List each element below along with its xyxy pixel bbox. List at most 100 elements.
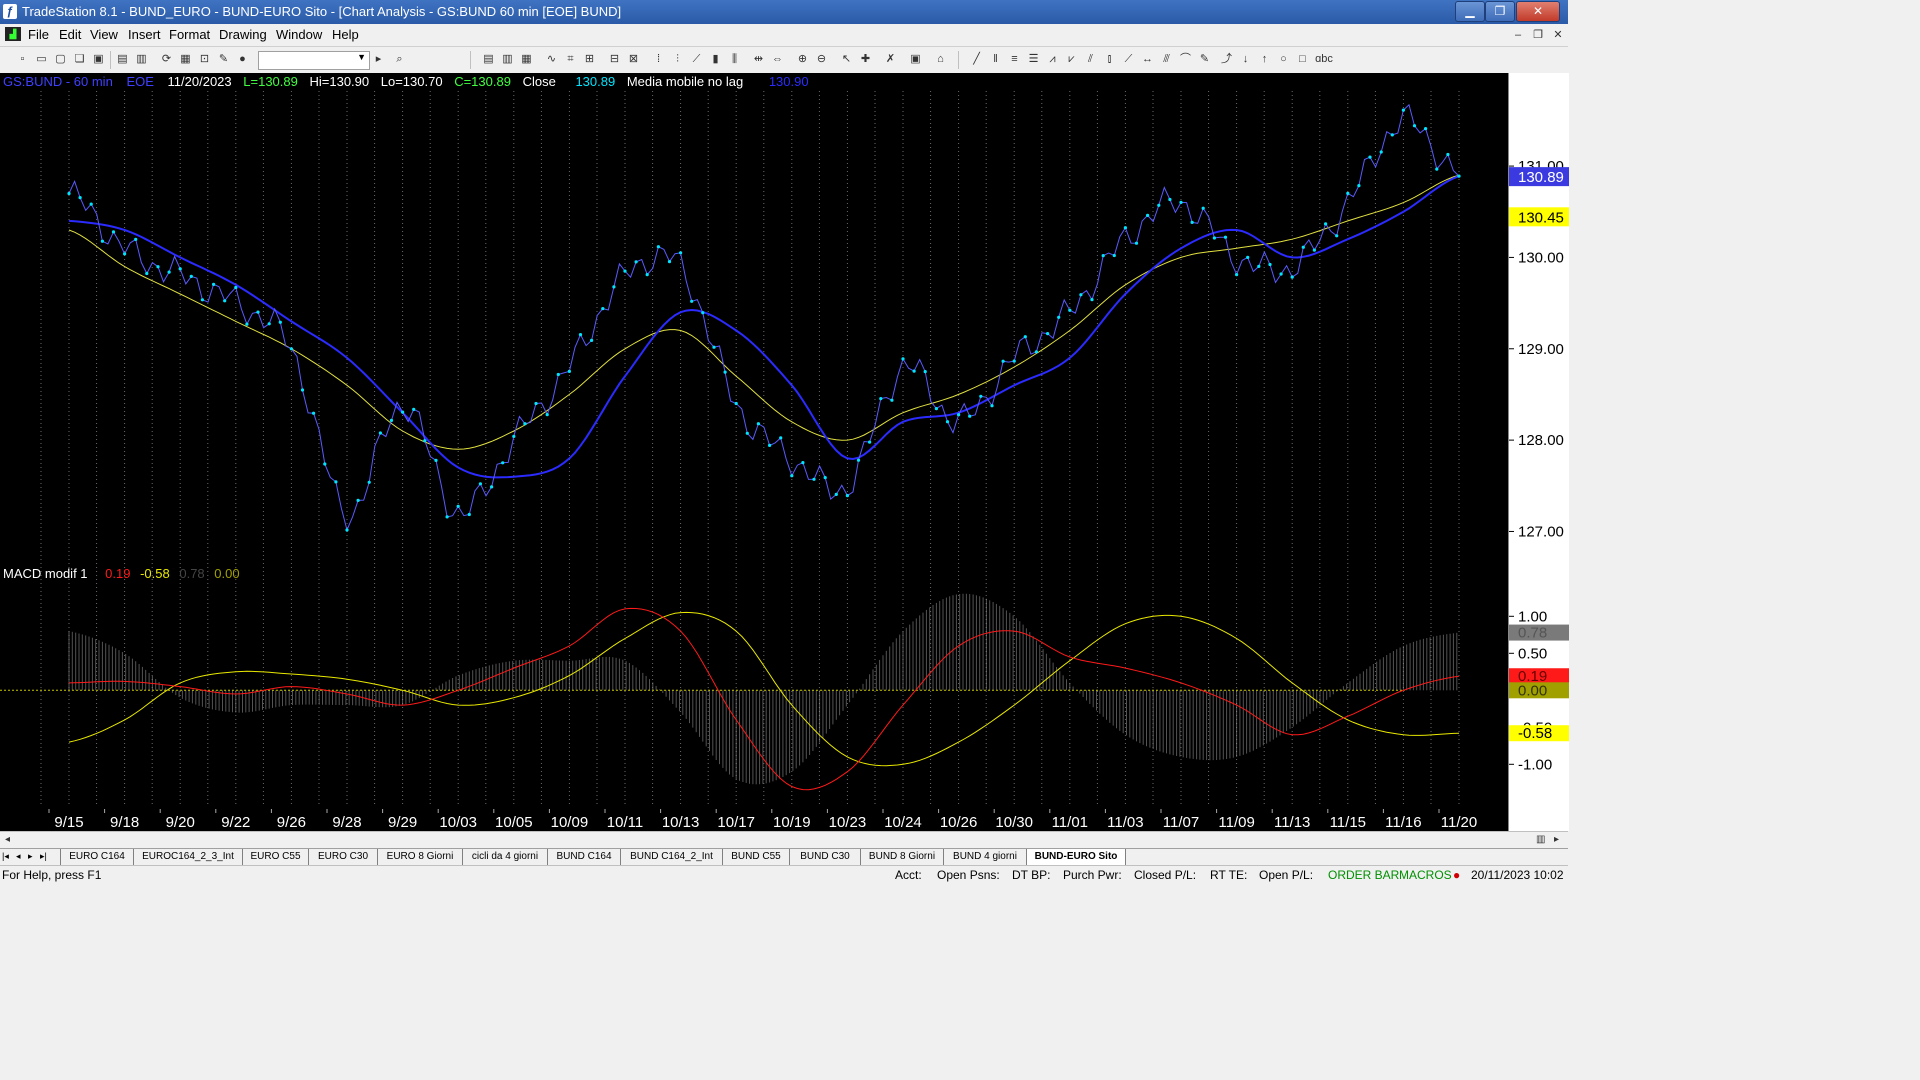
tab-bund-c55[interactable]: BUND C55: [722, 849, 790, 865]
lock-icon[interactable]: ⊡: [198, 53, 211, 66]
down-arrow-icon[interactable]: ↓: [1239, 53, 1252, 66]
fib-icon[interactable]: ⩘: [1046, 53, 1059, 66]
tab-euro-c30[interactable]: EURO C30: [308, 849, 378, 865]
price-axis[interactable]: 131.00 130.00 129.00 128.00 127.00 130.89 130.…: [1508, 73, 1569, 809]
chart-icon[interactable]: ▤: [482, 53, 495, 66]
close-button[interactable]: ✕: [1516, 1, 1560, 22]
minimize-button[interactable]: ▁: [1455, 1, 1485, 22]
mdi-minimize-button[interactable]: –: [1510, 27, 1526, 43]
chevron-down-icon[interactable]: ▼: [357, 52, 366, 62]
symbol-lookup-icon[interactable]: ⌕: [393, 53, 406, 66]
format-icon[interactable]: ⊟: [608, 53, 621, 66]
bar-chart-icon[interactable]: ▮: [709, 53, 722, 66]
horizontal-scrollbar[interactable]: ◂ ▥ ▸: [0, 831, 1568, 849]
chart-canvas[interactable]: GS:BUND - 60 min EOE 11/20/2023 L=130.89…: [0, 73, 1508, 809]
tab-euroc164-2-3-int[interactable]: EUROC164_2_3_Int: [133, 849, 243, 865]
tools-icon[interactable]: ✗: [884, 53, 897, 66]
tab-bund-c164[interactable]: BUND C164: [547, 849, 621, 865]
crosshair-icon[interactable]: ✚: [859, 53, 872, 66]
data-window-icon[interactable]: ▣: [909, 53, 922, 66]
pencil-icon[interactable]: ✎: [1198, 53, 1211, 66]
menu-format[interactable]: Format: [169, 27, 210, 42]
up-arrow-icon[interactable]: ↑: [1258, 53, 1271, 66]
macros-button[interactable]: MACROS: [1399, 868, 1452, 882]
channel-icon[interactable]: ⟋: [1122, 53, 1135, 66]
menu-file[interactable]: File: [28, 27, 49, 42]
vertical-lines-icon[interactable]: ‖: [989, 53, 1002, 66]
andrews-icon[interactable]: ⫽: [1084, 53, 1097, 66]
save-icon[interactable]: ▣: [92, 53, 105, 66]
order-bar-button[interactable]: ORDER BAR: [1328, 868, 1399, 882]
resize-icon[interactable]: ↔: [1141, 53, 1154, 66]
expand-icon[interactable]: ⇔: [771, 53, 784, 66]
copy-window-icon[interactable]: ❏: [73, 53, 86, 66]
new-window-icon[interactable]: ▢: [54, 53, 67, 66]
gann-icon[interactable]: ⩗: [1065, 53, 1078, 66]
zoom-out-icon[interactable]: ⊖: [815, 53, 828, 66]
text-tool-icon[interactable]: ɑbc: [1315, 53, 1333, 66]
grid-icon[interactable]: ▦: [520, 53, 533, 66]
tab-euro-c55[interactable]: EURO C55: [242, 849, 309, 865]
tab-euro-8-giorni[interactable]: EURO 8 Giorni: [377, 849, 463, 865]
parallel-icon[interactable]: ⫻: [1160, 53, 1173, 66]
scroll-right-icon[interactable]: ▸: [1554, 834, 1559, 845]
menu-edit[interactable]: Edit: [59, 27, 81, 42]
play-icon[interactable]: ▸: [372, 53, 385, 66]
color-icon[interactable]: ●: [236, 53, 249, 66]
speed-lines-icon[interactable]: ⫾: [1103, 53, 1116, 66]
window-icon[interactable]: ⊠: [627, 53, 640, 66]
tab-bund-c164-2-int[interactable]: BUND C164_2_Int: [620, 849, 723, 865]
indicator-icon[interactable]: ∿: [545, 53, 558, 66]
tab-euro-c164[interactable]: EURO C164: [60, 849, 134, 865]
menu-window[interactable]: Window: [276, 27, 322, 42]
scroll-thumb-icon[interactable]: ▥: [1536, 834, 1545, 845]
ellipse-icon[interactable]: ○: [1277, 53, 1290, 66]
curve-icon[interactable]: ⤴: [1220, 53, 1233, 66]
refresh-icon[interactable]: ⟳: [160, 53, 173, 66]
chart-window-icon[interactable]: ▟: [5, 27, 21, 41]
arc-icon[interactable]: ⌒: [1179, 53, 1192, 66]
symbol-combo[interactable]: ▼: [258, 51, 370, 70]
trendline-icon[interactable]: ╱: [970, 53, 983, 66]
candles-icon[interactable]: ⫶: [671, 53, 684, 66]
rectangle-icon[interactable]: □: [1296, 53, 1309, 66]
menu-insert[interactable]: Insert: [128, 27, 161, 42]
print-icon[interactable]: ▤: [116, 53, 129, 66]
analysis-icon[interactable]: ✎: [217, 53, 230, 66]
compress-icon[interactable]: ⇹: [752, 53, 765, 66]
tab-nav-first-icon[interactable]: |◂: [2, 851, 9, 862]
strategy-icon[interactable]: ⌗: [564, 53, 577, 66]
pointer-icon[interactable]: ↖: [840, 53, 853, 66]
tab-bund-euro-sito[interactable]: BUND-EURO Sito: [1026, 849, 1126, 865]
close-price-point: [690, 299, 694, 303]
menu-view[interactable]: View: [90, 27, 118, 42]
new-icon[interactable]: ▫: [16, 53, 29, 66]
menu-drawing[interactable]: Drawing: [219, 27, 267, 42]
chart-svg[interactable]: GS:BUND - 60 min EOE 11/20/2023 L=130.89…: [0, 73, 1508, 809]
date-axis[interactable]: 9/15 9/18 9/20 9/22 9/26 9/28 9/29 10/03 10/05 10…: [0, 809, 1508, 831]
tab-nav-prev-icon[interactable]: ◂: [16, 851, 21, 862]
tab-nav-last-icon[interactable]: ▸|: [40, 851, 47, 862]
tab-bund-8-giorni[interactable]: BUND 8 Giorni: [860, 849, 944, 865]
open-icon[interactable]: ▭: [35, 53, 48, 66]
text-table-icon[interactable]: ☰: [1027, 53, 1040, 66]
paintbar-icon[interactable]: ⊞: [583, 53, 596, 66]
alert-icon[interactable]: ⌂: [934, 53, 947, 66]
bars-icon[interactable]: ⁞: [652, 53, 665, 66]
zoom-in-icon[interactable]: ⊕: [796, 53, 809, 66]
ohlc-icon[interactable]: ⫼: [728, 53, 741, 66]
tab-cicli-da-4-giorni[interactable]: cicli da 4 giorni: [462, 849, 548, 865]
scroll-left-icon[interactable]: ◂: [5, 834, 10, 845]
menu-help[interactable]: Help: [332, 27, 359, 42]
tab-bund-4-giorni[interactable]: BUND 4 giorni: [943, 849, 1027, 865]
workspace-icon[interactable]: ▦: [179, 53, 192, 66]
print-preview-icon[interactable]: ▥: [135, 53, 148, 66]
mdi-close-button[interactable]: ✕: [1550, 27, 1566, 43]
tab-bund-c30[interactable]: BUND C30: [789, 849, 861, 865]
mdi-restore-button[interactable]: ❐: [1530, 27, 1546, 43]
maximize-button[interactable]: ❐: [1485, 1, 1515, 22]
radar-icon[interactable]: ▥: [501, 53, 514, 66]
line-chart-icon[interactable]: ⟋: [690, 53, 703, 66]
horizontal-lines-icon[interactable]: ≡: [1008, 53, 1021, 66]
tab-nav-next-icon[interactable]: ▸: [28, 851, 33, 862]
